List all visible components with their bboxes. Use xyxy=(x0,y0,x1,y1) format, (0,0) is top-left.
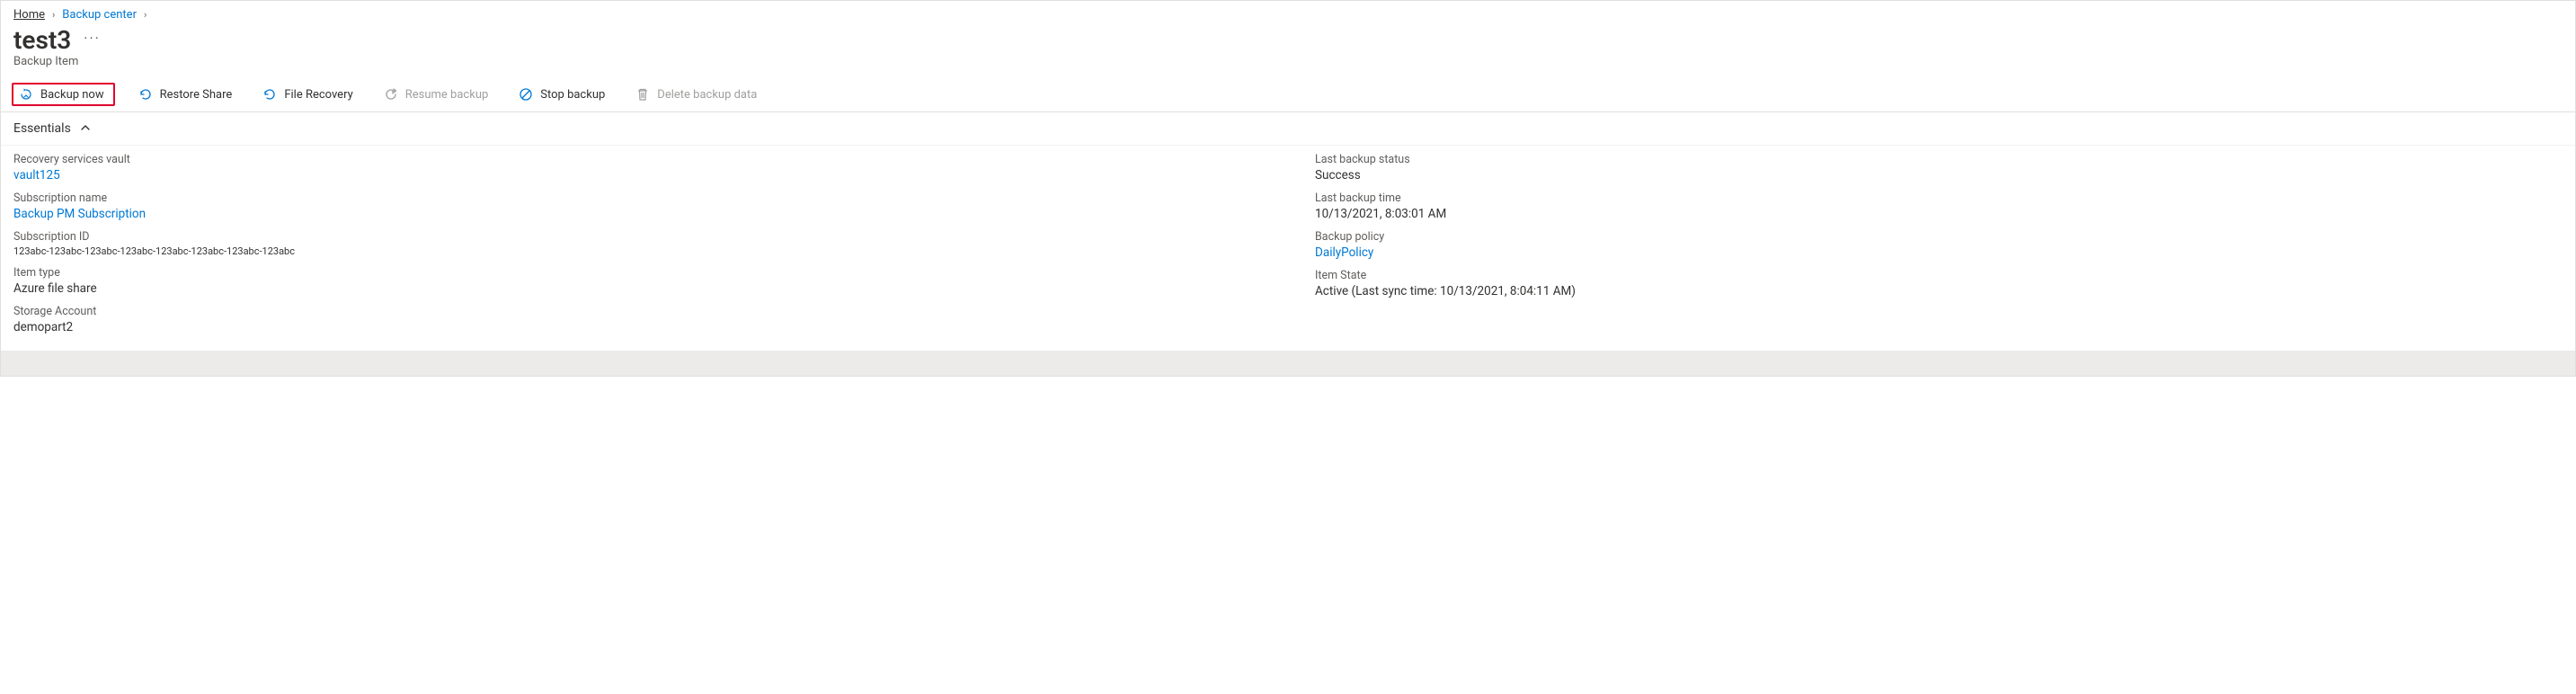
subscription-id-field: Subscription ID 123abc-123abc-123abc-123… xyxy=(13,230,1261,257)
resume-backup-button: Resume backup xyxy=(377,84,496,105)
chevron-up-icon xyxy=(80,122,91,136)
delete-backup-label: Delete backup data xyxy=(657,88,757,102)
page-title: test3 xyxy=(13,25,71,55)
field-label: Last backup status xyxy=(1315,153,2563,166)
last-backup-status-value: Success xyxy=(1315,168,2563,182)
toolbar: Backup now Restore Share File Recovery xyxy=(1,77,2575,112)
last-backup-status-field: Last backup status Success xyxy=(1315,153,2563,182)
field-label: Item State xyxy=(1315,269,2563,282)
backup-policy-link[interactable]: DailyPolicy xyxy=(1315,245,2563,260)
resume-backup-label: Resume backup xyxy=(405,88,489,102)
recovery-services-vault-link[interactable]: vault125 xyxy=(13,168,1261,182)
backup-policy-field: Backup policy DailyPolicy xyxy=(1315,230,2563,260)
chevron-right-icon: › xyxy=(52,9,55,21)
last-backup-time-value: 10/13/2021, 8:03:01 AM xyxy=(1315,207,2563,221)
storage-account-value: demopart2 xyxy=(13,320,1261,334)
stop-backup-icon xyxy=(519,87,533,102)
field-label: Subscription name xyxy=(13,191,1261,205)
last-backup-time-field: Last backup time 10/13/2021, 8:03:01 AM xyxy=(1315,191,2563,221)
essentials-header-label: Essentials xyxy=(13,121,71,136)
stop-backup-label: Stop backup xyxy=(540,88,605,102)
page-subtitle: Backup Item xyxy=(1,55,2575,77)
essentials-body: Recovery services vault vault125 Subscri… xyxy=(1,146,2575,351)
field-label: Storage Account xyxy=(13,305,1261,318)
resume-backup-icon xyxy=(384,87,398,102)
stop-backup-button[interactable]: Stop backup xyxy=(511,84,612,105)
backup-now-button[interactable]: Backup now xyxy=(12,83,115,106)
item-state-field: Item State Active (Last sync time: 10/13… xyxy=(1315,269,2563,298)
file-recovery-icon xyxy=(262,87,277,102)
restore-share-icon xyxy=(138,87,153,102)
file-recovery-button[interactable]: File Recovery xyxy=(255,84,360,105)
breadcrumb-backup-center[interactable]: Backup center xyxy=(62,8,137,22)
essentials-right-column: Last backup status Success Last backup t… xyxy=(1315,153,2563,334)
subscription-id-value: 123abc-123abc-123abc-123abc-123abc-123ab… xyxy=(13,245,1261,257)
breadcrumb: Home › Backup center › xyxy=(1,1,2575,23)
item-type-field: Item type Azure file share xyxy=(13,266,1261,296)
restore-share-label: Restore Share xyxy=(160,88,233,102)
backup-now-icon xyxy=(19,87,33,102)
chevron-right-icon: › xyxy=(144,9,147,21)
file-recovery-label: File Recovery xyxy=(284,88,352,102)
recovery-services-vault-field: Recovery services vault vault125 xyxy=(13,153,1261,182)
more-menu-icon[interactable]: ··· xyxy=(84,30,101,50)
field-label: Last backup time xyxy=(1315,191,2563,205)
field-label: Recovery services vault xyxy=(13,153,1261,166)
footer-bar xyxy=(1,351,2575,376)
delete-backup-button: Delete backup data xyxy=(628,84,764,105)
storage-account-field: Storage Account demopart2 xyxy=(13,305,1261,334)
delete-backup-icon xyxy=(635,87,650,102)
item-state-value: Active (Last sync time: 10/13/2021, 8:04… xyxy=(1315,284,2563,298)
essentials-left-column: Recovery services vault vault125 Subscri… xyxy=(13,153,1261,334)
field-label: Subscription ID xyxy=(13,230,1261,244)
backup-now-label: Backup now xyxy=(40,88,104,102)
field-label: Item type xyxy=(13,266,1261,280)
subscription-name-field: Subscription name Backup PM Subscription xyxy=(13,191,1261,221)
breadcrumb-home[interactable]: Home xyxy=(13,8,45,22)
subscription-name-link[interactable]: Backup PM Subscription xyxy=(13,207,1261,221)
item-type-value: Azure file share xyxy=(13,281,1261,296)
essentials-toggle[interactable]: Essentials xyxy=(1,112,2575,146)
field-label: Backup policy xyxy=(1315,230,2563,244)
title-row: test3 ··· xyxy=(1,23,2575,55)
restore-share-button[interactable]: Restore Share xyxy=(131,84,240,105)
